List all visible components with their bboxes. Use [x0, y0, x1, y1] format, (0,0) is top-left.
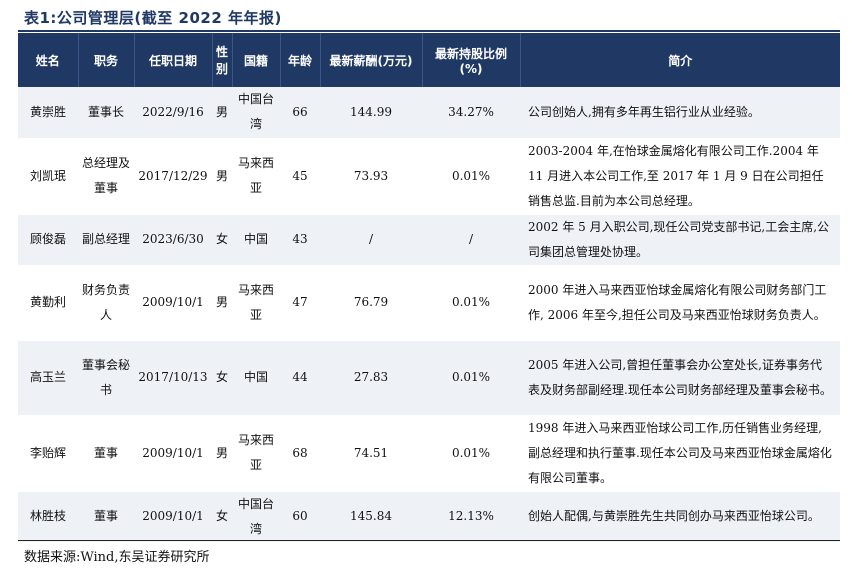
cell-age: 47: [280, 265, 320, 341]
cell-gender: 女: [212, 340, 232, 416]
cell-salary: 73.93: [320, 138, 422, 215]
cell-age: 45: [280, 138, 320, 215]
cell-age: 43: [280, 214, 320, 266]
cell-gender: 男: [212, 87, 232, 139]
source-note: 数据来源:Wind,东吴证券研究所: [24, 550, 210, 565]
cell-bio: 2000 年进入马来西亚怡球金属熔化有限公司财务部门工作, 2006 年至今,担…: [520, 265, 840, 341]
cell-role: 总经理及董事: [78, 138, 134, 215]
cell-salary: 144.99: [320, 87, 422, 139]
cell-name: 刘凯珉: [18, 138, 78, 215]
cell-salary: 145.84: [320, 491, 422, 543]
cell-gender: 女: [212, 491, 232, 543]
cell-role: 董事长: [78, 87, 134, 139]
table-row: 李贻辉 董事 2009/10/1 男 马来西亚 68 74.51 0.01% 1…: [18, 415, 840, 492]
col-header-gender: 性别: [212, 33, 233, 87]
cell-role: 财务负责人: [78, 265, 134, 341]
col-header-role: 职务: [78, 33, 135, 87]
cell-share: 0.01%: [422, 340, 520, 416]
cell-nationality: 马来西亚: [232, 265, 280, 341]
cell-date: 2017/12/29: [134, 138, 212, 215]
cell-share: 12.13%: [422, 491, 520, 543]
cell-name: 高玉兰: [18, 340, 78, 416]
col-header-salary: 最新薪酬(万元): [320, 33, 423, 87]
cell-nationality: 中国台湾: [232, 87, 280, 139]
cell-date: 2009/10/1: [134, 415, 212, 492]
cell-nationality: 中国: [232, 214, 280, 266]
table-row: 黄崇胜 董事长 2022/9/16 男 中国台湾 66 144.99 34.27…: [18, 87, 840, 139]
cell-name: 林胜枝: [18, 491, 78, 543]
cell-share: 34.27%: [422, 87, 520, 139]
cell-role: 副总经理: [78, 214, 134, 266]
table-title: 表1:公司管理层(截至 2022 年年报): [24, 9, 282, 27]
cell-bio: 2003-2004 年,在怡球金属熔化有限公司工作.2004 年 11 月进入本…: [520, 138, 840, 215]
cell-age: 60: [280, 491, 320, 543]
cell-name: 李贻辉: [18, 415, 78, 492]
table-row: 顾俊磊 副总经理 2023/6/30 女 中国 43 / / 2002 年 5 …: [18, 214, 840, 266]
table-row: 刘凯珉 总经理及董事 2017/12/29 男 马来西亚 45 73.93 0.…: [18, 138, 840, 215]
col-header-name: 姓名: [18, 33, 79, 87]
table-row: 高玉兰 董事会秘书 2017/10/13 女 中国 44 27.83 0.01%…: [18, 340, 840, 416]
cell-share: 0.01%: [422, 265, 520, 341]
cell-bio: 2005 年进入公司,曾担任董事会办公室处长,证券事务代表及财务部副经理.现任本…: [520, 340, 840, 416]
cell-gender: 男: [212, 415, 232, 492]
cell-name: 顾俊磊: [18, 214, 78, 266]
cell-bio: 公司创始人,拥有多年再生铝行业从业经验。: [520, 87, 840, 139]
cell-gender: 女: [212, 214, 232, 266]
cell-salary: /: [320, 214, 422, 266]
cell-nationality: 马来西亚: [232, 138, 280, 215]
table-row: 黄勤利 财务负责人 2009/10/1 男 马来西亚 47 76.79 0.01…: [18, 265, 840, 341]
header-row: 姓名 职务 任职日期 性别 国籍 年龄 最新薪酬(万元) 最新持股比例(%) 简…: [18, 33, 840, 87]
cell-bio: 创始人配偶,与黄崇胜先生共同创办马来西亚怡球公司。: [520, 491, 840, 543]
cell-gender: 男: [212, 138, 232, 215]
cell-date: 2009/10/1: [134, 491, 212, 543]
cell-bio: 2002 年 5 月入职公司,现任公司党支部书记,工会主席,公司集团总管理处协理…: [520, 214, 840, 266]
cell-role: 董事会秘书: [78, 340, 134, 416]
cell-gender: 男: [212, 265, 232, 341]
cell-nationality: 马来西亚: [232, 415, 280, 492]
cell-role: 董事: [78, 491, 134, 543]
cell-nationality: 中国台湾: [232, 491, 280, 543]
cell-name: 黄崇胜: [18, 87, 78, 139]
bottom-rule: [18, 540, 840, 541]
cell-name: 黄勤利: [18, 265, 78, 341]
cell-share: 0.01%: [422, 138, 520, 215]
cell-date: 2022/9/16: [134, 87, 212, 139]
cell-role: 董事: [78, 415, 134, 492]
management-table: 姓名 职务 任职日期 性别 国籍 年龄 最新薪酬(万元) 最新持股比例(%) 简…: [18, 33, 840, 543]
cell-date: 2009/10/1: [134, 265, 212, 341]
cell-date: 2023/6/30: [134, 214, 212, 266]
col-header-bio: 简介: [520, 33, 840, 87]
cell-share: /: [422, 214, 520, 266]
cell-age: 66: [280, 87, 320, 139]
col-header-nationality: 国籍: [232, 33, 281, 87]
cell-salary: 27.83: [320, 340, 422, 416]
cell-salary: 74.51: [320, 415, 422, 492]
cell-share: 0.01%: [422, 415, 520, 492]
cell-salary: 76.79: [320, 265, 422, 341]
cell-nationality: 中国: [232, 340, 280, 416]
top-rule: [18, 30, 840, 32]
table-row: 林胜枝 董事 2009/10/1 女 中国台湾 60 145.84 12.13%…: [18, 491, 840, 543]
col-header-share: 最新持股比例(%): [422, 33, 521, 87]
col-header-date: 任职日期: [134, 33, 213, 87]
cell-age: 44: [280, 340, 320, 416]
cell-age: 68: [280, 415, 320, 492]
col-header-age: 年龄: [280, 33, 321, 87]
cell-bio: 1998 年进入马来西亚怡球公司工作,历任销售业务经理,副总经理和执行董事.现任…: [520, 415, 840, 492]
cell-date: 2017/10/13: [134, 340, 212, 416]
